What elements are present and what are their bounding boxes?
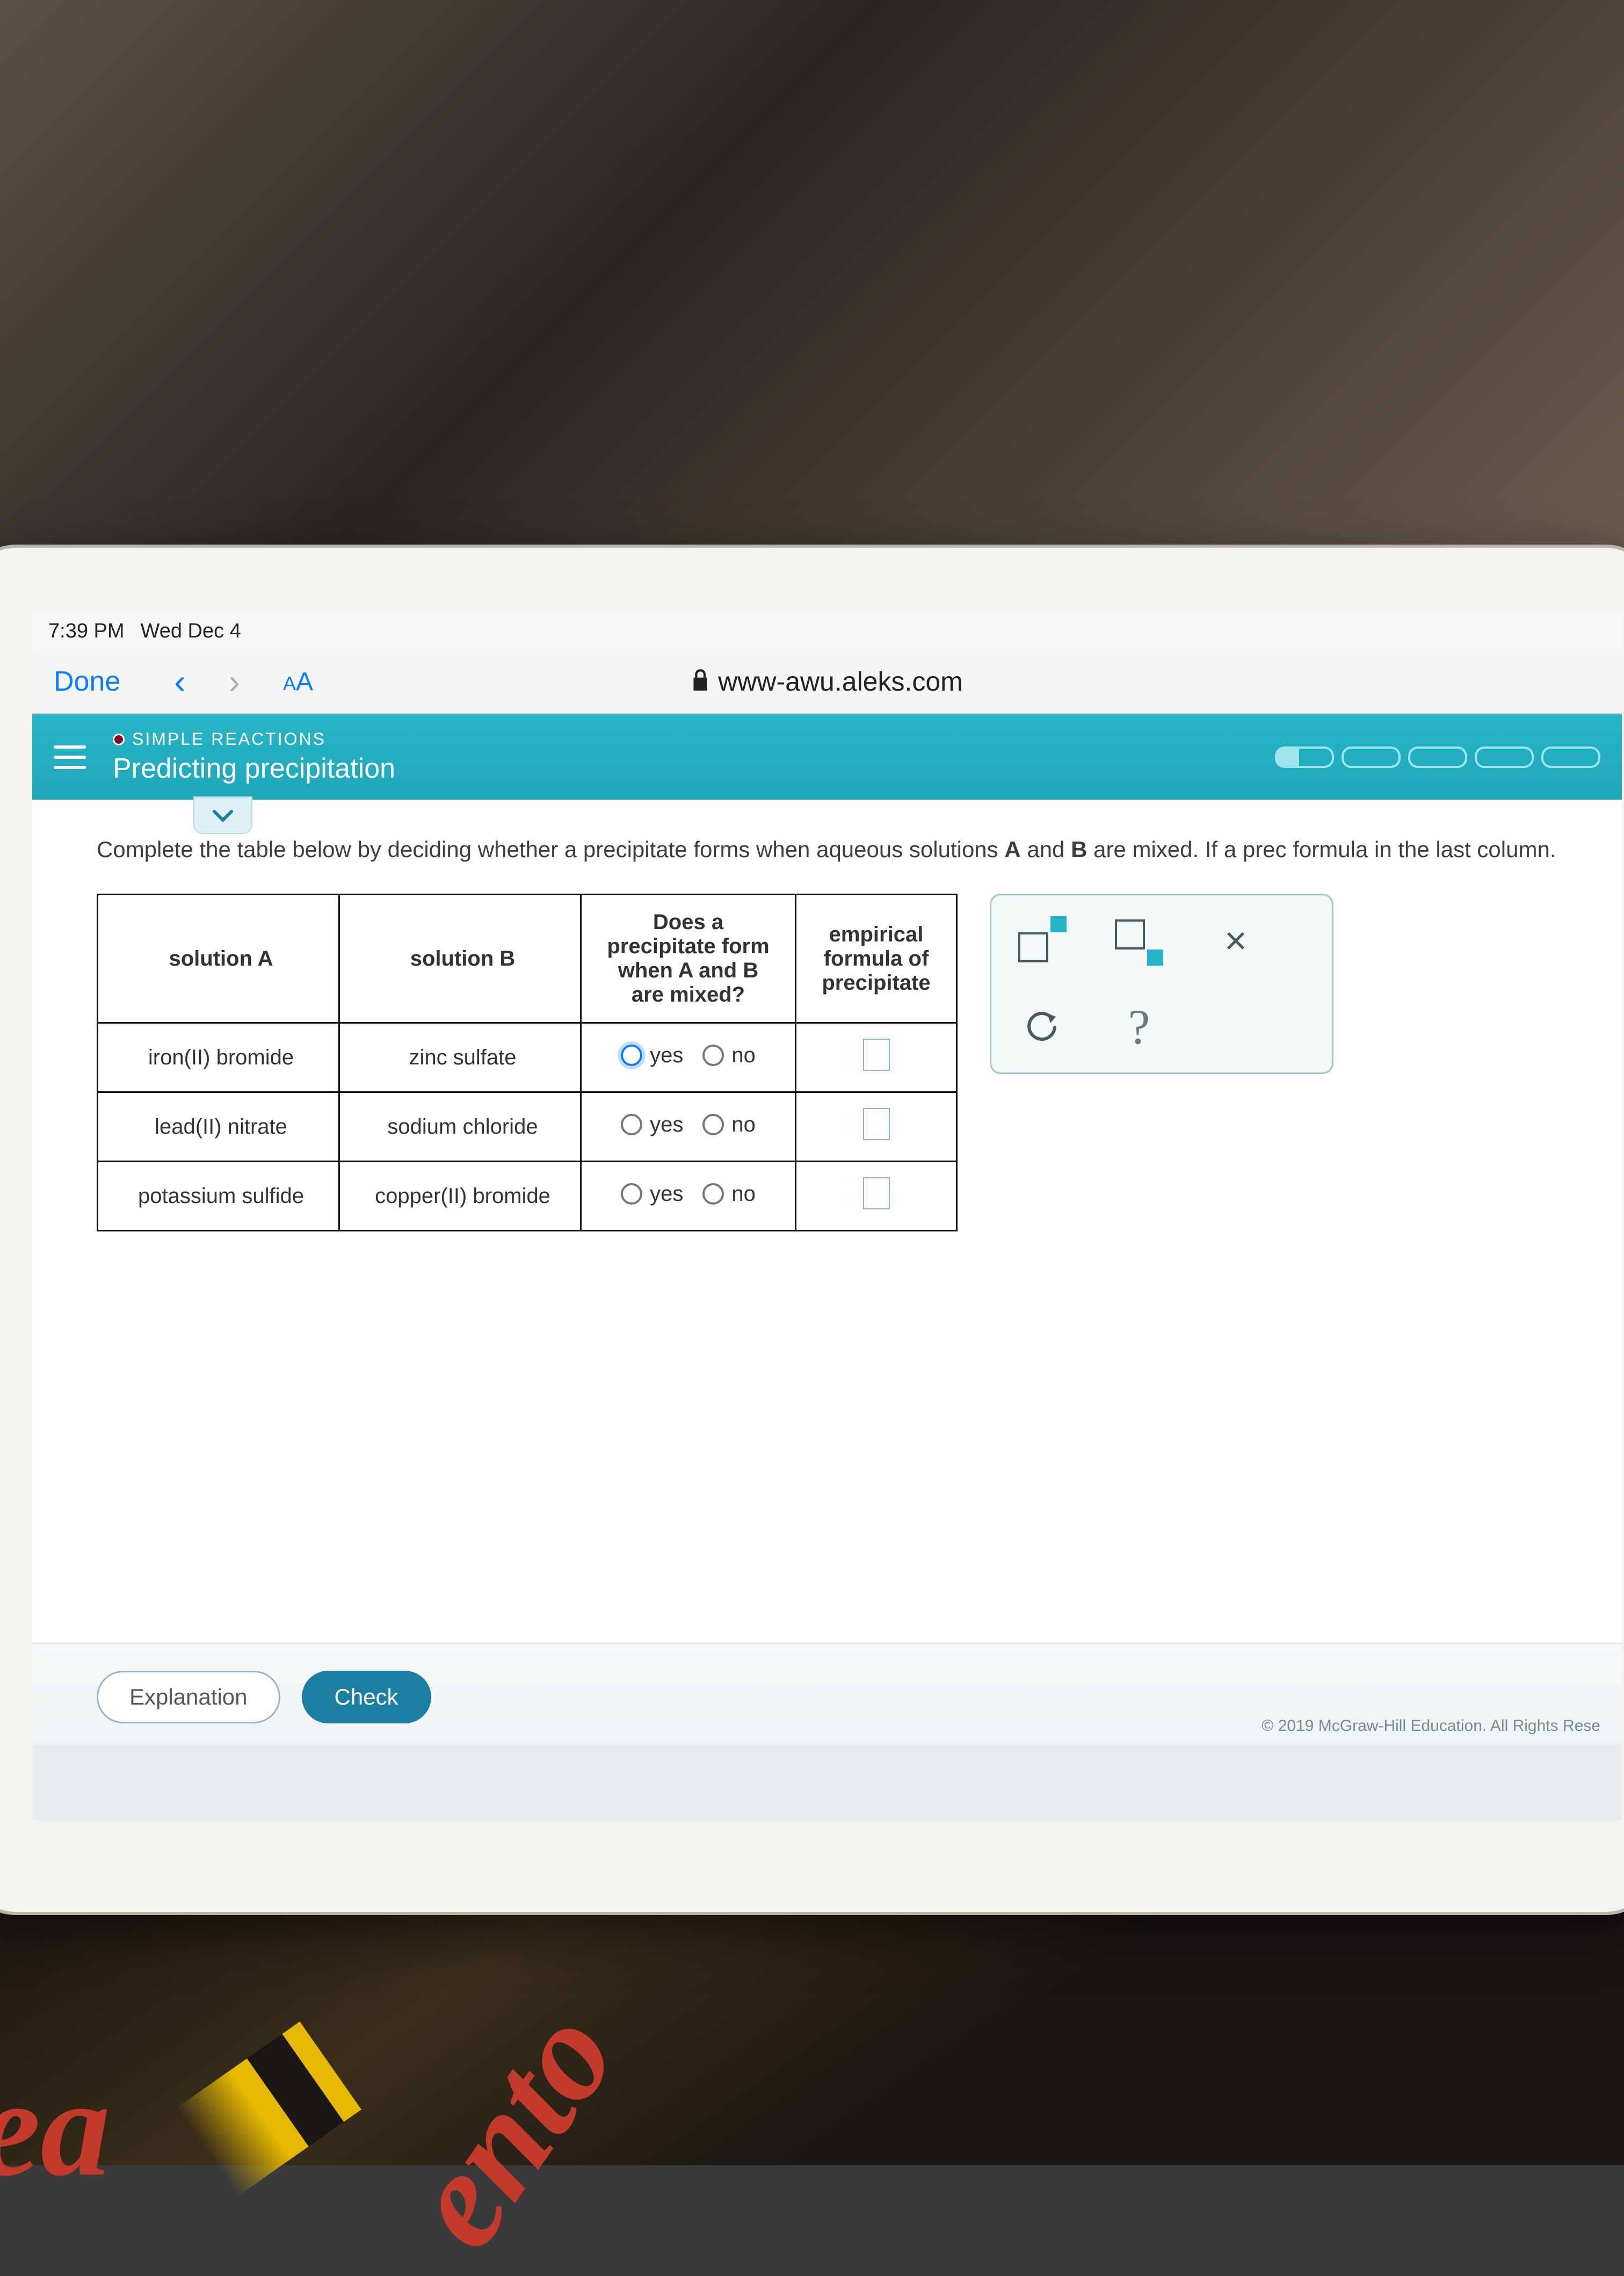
bottom-bar: Explanation Check © 2019 McGraw-Hill Edu… bbox=[32, 1643, 1622, 1745]
help-button[interactable]: ? bbox=[1115, 1003, 1163, 1051]
radio-no[interactable] bbox=[702, 1114, 724, 1135]
done-button[interactable]: Done bbox=[54, 665, 120, 698]
radio-yes-label: yes bbox=[650, 1043, 683, 1068]
back-button[interactable]: ‹ bbox=[174, 662, 185, 701]
cell-yes-no: yes no bbox=[581, 1023, 796, 1092]
cell-solution-a: potassium sulfide bbox=[98, 1162, 339, 1231]
cell-formula bbox=[796, 1162, 957, 1231]
photo-background-top bbox=[0, 0, 1624, 575]
col-header-formula: empirical formula of precipitate bbox=[796, 895, 957, 1023]
cell-solution-b: sodium chloride bbox=[339, 1092, 581, 1162]
cell-formula bbox=[796, 1023, 957, 1092]
content-area: Complete the table below by deciding whe… bbox=[32, 800, 1622, 1745]
table-row: potassium sulfidecopper(II) bromide yes no bbox=[98, 1162, 957, 1231]
ipad-frame: 7:39 PM Wed Dec 4 Done ‹ › AA www-awu.al… bbox=[0, 548, 1624, 1912]
formula-input[interactable] bbox=[863, 1177, 890, 1209]
superscript-tool[interactable] bbox=[1018, 917, 1067, 965]
status-date: Wed Dec 4 bbox=[141, 620, 241, 643]
ios-status-bar: 7:39 PM Wed Dec 4 bbox=[32, 612, 1622, 650]
table-row: iron(II) bromidezinc sulfate yes no bbox=[98, 1023, 957, 1092]
col-header-solution-b: solution B bbox=[339, 895, 581, 1023]
cell-yes-no: yes no bbox=[581, 1162, 796, 1231]
cell-solution-a: iron(II) bromide bbox=[98, 1023, 339, 1092]
progress-indicator bbox=[1275, 746, 1600, 768]
radio-no[interactable] bbox=[702, 1183, 724, 1205]
expand-tab-button[interactable] bbox=[193, 796, 252, 834]
safari-toolbar: Done ‹ › AA www-awu.aleks.com bbox=[32, 650, 1622, 714]
progress-box bbox=[1541, 746, 1600, 768]
forward-button[interactable]: › bbox=[229, 662, 240, 701]
reset-button[interactable] bbox=[1018, 1003, 1067, 1051]
url-bar[interactable]: www-awu.aleks.com bbox=[691, 666, 963, 697]
table-row: lead(II) nitratesodium chloride yes no bbox=[98, 1092, 957, 1162]
radio-yes[interactable] bbox=[621, 1045, 642, 1066]
subscript-tool[interactable] bbox=[1115, 917, 1163, 965]
photo-background-bottom: ento ea bbox=[0, 1875, 1624, 2165]
text-size-button[interactable]: AA bbox=[283, 667, 313, 697]
page-title: Predicting precipitation bbox=[113, 752, 395, 785]
col-header-precipitate-question: Does a precipitate form when A and B are… bbox=[581, 895, 796, 1023]
progress-box bbox=[1342, 746, 1401, 768]
cell-solution-a: lead(II) nitrate bbox=[98, 1092, 339, 1162]
radio-yes[interactable] bbox=[621, 1183, 642, 1205]
cell-yes-no: yes no bbox=[581, 1092, 796, 1162]
copyright-text: © 2019 McGraw-Hill Education. All Rights… bbox=[1262, 1717, 1600, 1735]
topic-dot-icon bbox=[113, 734, 125, 745]
header-kicker: SIMPLE REACTIONS bbox=[113, 729, 395, 749]
precipitate-table: solution A solution B Does a precipitate… bbox=[97, 894, 958, 1231]
ipad-screen: 7:39 PM Wed Dec 4 Done ‹ › AA www-awu.al… bbox=[32, 612, 1622, 1821]
radio-yes-label: yes bbox=[650, 1113, 683, 1137]
cell-formula bbox=[796, 1092, 957, 1162]
explanation-button[interactable]: Explanation bbox=[97, 1671, 280, 1723]
progress-box bbox=[1408, 746, 1467, 768]
status-time: 7:39 PM bbox=[48, 620, 125, 643]
col-header-solution-a: solution A bbox=[98, 895, 339, 1023]
cell-solution-b: copper(II) bromide bbox=[339, 1162, 581, 1231]
formula-input[interactable] bbox=[863, 1108, 890, 1140]
formula-input[interactable] bbox=[863, 1039, 890, 1071]
cell-solution-b: zinc sulfate bbox=[339, 1023, 581, 1092]
progress-box bbox=[1475, 746, 1534, 768]
radio-no-label: no bbox=[731, 1182, 756, 1206]
url-text: www-awu.aleks.com bbox=[718, 666, 963, 697]
tool-panel: × ? bbox=[990, 894, 1333, 1074]
radio-no[interactable] bbox=[702, 1045, 724, 1066]
progress-box bbox=[1275, 746, 1334, 768]
decorative-text-ento: ento bbox=[374, 1980, 648, 2275]
radio-no-label: no bbox=[731, 1113, 756, 1137]
menu-button[interactable] bbox=[54, 745, 86, 769]
instruction-text: Complete the table below by deciding whe… bbox=[97, 832, 1600, 867]
radio-yes-label: yes bbox=[650, 1182, 683, 1206]
kicker-text: SIMPLE REACTIONS bbox=[132, 729, 326, 749]
clear-button[interactable]: × bbox=[1212, 917, 1260, 965]
decorative-text-ea: ea bbox=[0, 2048, 110, 2208]
app-header: SIMPLE REACTIONS Predicting precipitatio… bbox=[32, 714, 1622, 800]
lock-icon bbox=[691, 666, 709, 697]
check-button[interactable]: Check bbox=[302, 1671, 431, 1723]
radio-no-label: no bbox=[731, 1043, 756, 1068]
radio-yes[interactable] bbox=[621, 1114, 642, 1135]
